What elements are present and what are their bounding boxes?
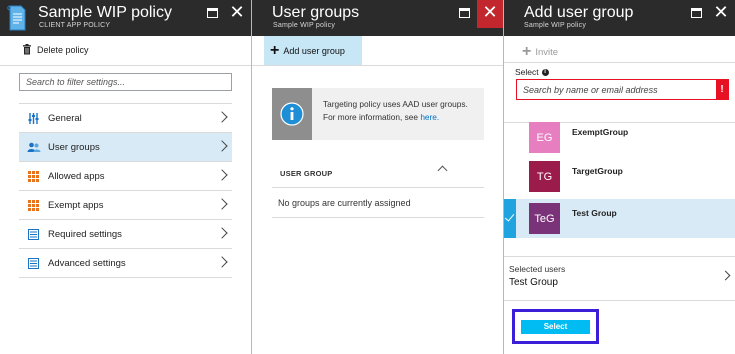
sliders-icon [19,112,48,124]
chevron-right-icon [216,256,228,268]
add-user-group-blade-header: Add user group Sample WIP policy ✕ [504,0,735,36]
maximize-button[interactable] [453,0,477,28]
policy-blade-header: Sample WIP policy CLIENT APP POLICY ✕ [0,0,251,36]
divider [504,300,735,301]
chevron-right-icon [216,198,228,210]
add-user-group-label: Add user group [283,45,345,56]
menu-item-allowed-apps[interactable]: Allowed apps [19,162,232,191]
menu-item-general[interactable]: General [19,104,232,133]
close-icon: ✕ [229,2,245,23]
menu-item-label: User groups [48,141,100,153]
group-name: ExemptGroup [572,127,629,137]
blade-title: Sample WIP policy [38,4,172,21]
plus-icon: + [270,41,280,59]
users-icon [19,142,48,153]
blade-subtitle: Sample WIP policy [273,22,336,29]
select-button[interactable]: Select [521,320,590,334]
menu-item-label: General [48,112,82,124]
select-label-text: Select [515,67,539,77]
settings-filter-input[interactable] [19,73,232,91]
selected-users-row[interactable]: Selected users Test Group [509,264,735,296]
maximize-icon [207,8,218,18]
info-icon: i [541,68,549,76]
info-icon-box [272,88,312,140]
avatar: TeG [529,203,560,234]
checkmark-icon [504,199,516,238]
delete-policy-label: Delete policy [37,44,89,55]
add-user-group-blade: Add user group Sample WIP policy ✕ + Inv… [504,0,735,354]
info-icon [280,102,304,126]
avatar: TG [529,161,560,192]
column-header-label: USER GROUP [280,169,333,178]
empty-state-row: No groups are currently assigned [272,188,484,218]
blade-subtitle: CLIENT APP POLICY [39,22,111,29]
maximize-icon [459,8,470,18]
divider [504,62,735,63]
grid-apps-icon [19,199,48,211]
chevron-right-icon [216,111,228,123]
group-search-input[interactable] [516,79,729,100]
group-row-test-group[interactable]: TeG Test Group [504,199,735,238]
group-name: TargetGroup [572,166,623,176]
delete-policy-button[interactable]: Delete policy [22,44,89,55]
add-user-group-button[interactable]: + Add user group [264,36,362,65]
chevron-right-icon [216,169,228,181]
command-bar: Delete policy [0,36,251,66]
close-button[interactable]: ✕ [709,0,733,28]
plus-icon: + [522,43,532,60]
menu-item-label: Allowed apps [48,170,105,182]
group-row-targetgroup[interactable]: TG TargetGroup [504,157,735,196]
menu-item-label: Exempt apps [48,199,104,211]
error-badge: ! [716,80,728,99]
chevron-right-icon [216,140,228,152]
avatar: EG [529,122,560,153]
menu-item-label: Advanced settings [48,257,126,269]
menu-item-label: Required settings [48,228,122,240]
blade-title: Add user group [524,4,634,21]
info-text: Targeting policy uses AAD user groups. F… [323,98,478,123]
maximize-button[interactable] [685,0,709,28]
group-row-exemptgroup[interactable]: EG ExemptGroup [504,118,735,157]
blade-title: User groups [272,4,360,21]
checklist-icon [19,257,48,269]
sort-caret-icon [437,165,448,176]
menu-item-user-groups[interactable]: User groups [19,133,232,162]
close-icon: ✕ [713,2,729,23]
group-name: Test Group [572,208,617,218]
select-button-highlight: Select [512,309,599,344]
close-icon: ✕ [482,2,498,23]
menu-item-advanced-settings[interactable]: Advanced settings [19,249,232,278]
info-message: Targeting policy uses AAD user groups. F… [323,99,468,122]
policy-blade: Sample WIP policy CLIENT APP POLICY ✕ De… [0,0,252,354]
menu-item-exempt-apps[interactable]: Exempt apps [19,191,232,220]
chevron-right-icon [216,227,228,239]
invite-label: Invite [535,46,559,58]
maximize-button[interactable] [201,0,225,28]
settings-menu: General User groups Allowed apps Exempt … [19,103,232,278]
selected-users-label: Selected users [509,264,566,274]
close-button[interactable]: ✕ [225,0,249,28]
checklist-icon [19,228,48,240]
blade-subtitle: Sample WIP policy [524,22,587,29]
selected-users-value: Test Group [509,277,558,288]
divider [252,65,503,66]
user-groups-blade-header: User groups Sample WIP policy ✕ [252,0,503,36]
divider [504,256,735,257]
maximize-icon [691,8,702,18]
info-banner: Targeting policy uses AAD user groups. F… [272,88,484,140]
select-field-label: Select i [515,67,549,77]
grid-apps-icon [19,170,48,182]
user-group-column-header[interactable]: USER GROUP [272,157,484,188]
user-groups-blade: User groups Sample WIP policy ✕ + Add us… [252,0,504,354]
close-button[interactable]: ✕ [477,0,503,28]
info-link[interactable]: here. [420,112,439,122]
policy-document-icon [7,5,26,31]
invite-button[interactable]: + Invite [522,43,558,61]
menu-item-required-settings[interactable]: Required settings [19,220,232,249]
trash-icon [23,44,31,55]
